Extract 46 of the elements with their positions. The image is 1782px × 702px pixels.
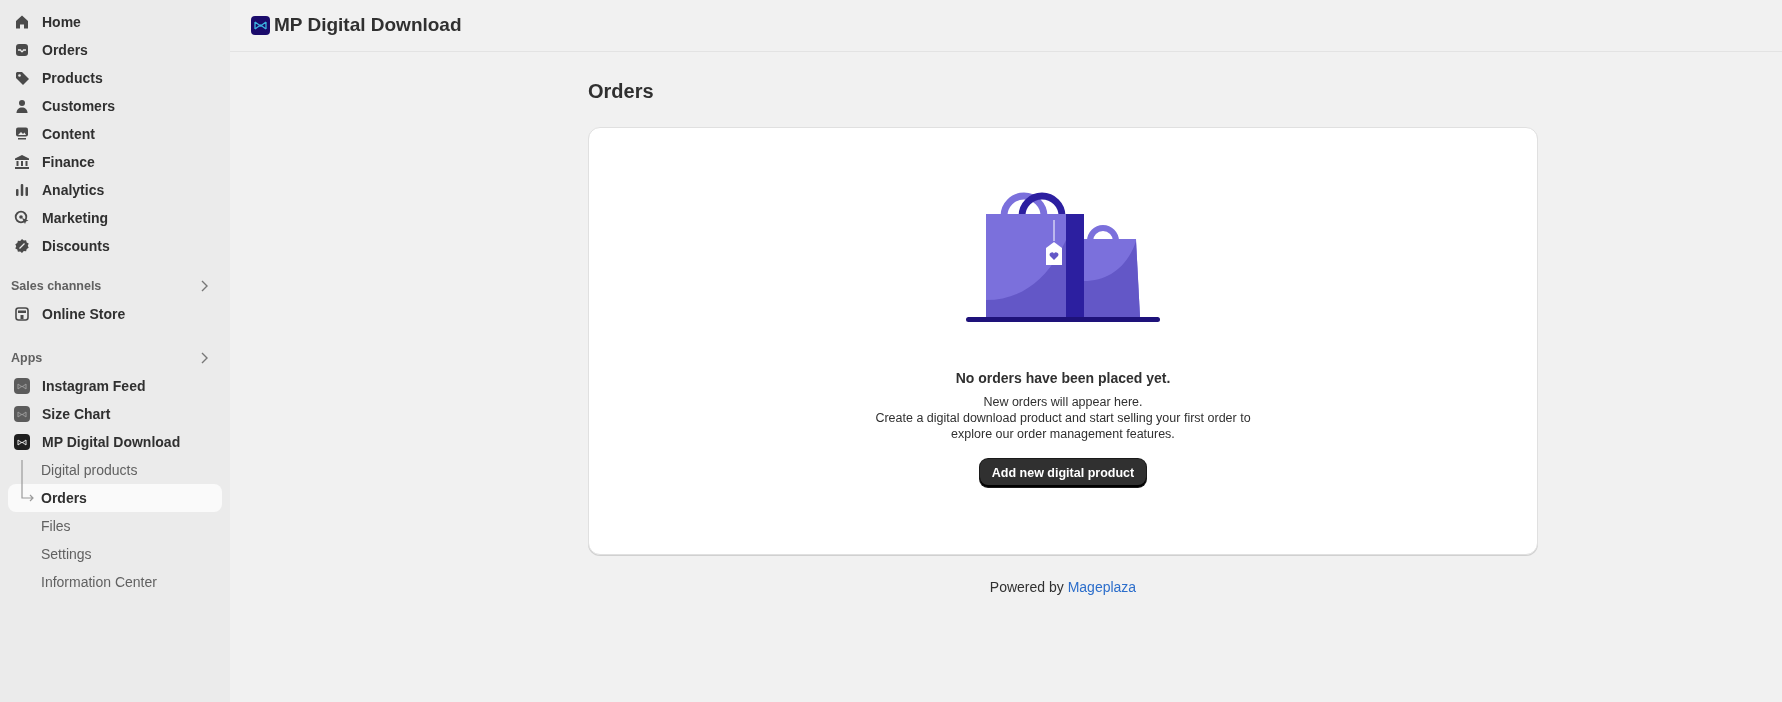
app-title: MP Digital Download bbox=[274, 13, 462, 38]
nav-item[interactable]: Analytics bbox=[8, 176, 222, 204]
chevron-right-icon[interactable] bbox=[200, 352, 208, 364]
bank-icon bbox=[14, 154, 30, 170]
person-icon bbox=[14, 98, 30, 114]
empty-state-heading: No orders have been placed yet. bbox=[955, 369, 1171, 388]
nav-item[interactable]: Finance bbox=[8, 148, 222, 176]
inbox-icon bbox=[14, 42, 30, 58]
mageplaza-link[interactable]: Mageplaza bbox=[1067, 579, 1137, 595]
nav-item[interactable]: Size Chart bbox=[8, 400, 222, 428]
section-heading: Sales channels bbox=[11, 277, 102, 295]
add-product-button[interactable]: Add new digital product bbox=[979, 459, 1147, 487]
chevron-right-icon[interactable] bbox=[200, 280, 208, 292]
nav-item[interactable]: Instagram Feed bbox=[8, 372, 222, 400]
tag-icon bbox=[14, 70, 30, 86]
nav-item[interactable]: Online Store bbox=[8, 300, 222, 328]
sub-nav-item[interactable]: Digital products bbox=[8, 456, 222, 484]
nav-item[interactable]: Orders bbox=[8, 36, 222, 64]
sub-nav-item[interactable]: Files bbox=[8, 512, 222, 540]
sub-nav-item[interactable]: Settings bbox=[8, 540, 222, 568]
target-cursor-icon bbox=[14, 210, 30, 226]
nav-item[interactable]: Marketing bbox=[8, 204, 222, 232]
image-monitor-icon bbox=[14, 126, 30, 142]
empty-state-text: explore our order management features. bbox=[951, 426, 1175, 442]
app-icon bbox=[14, 434, 30, 450]
tree-connector-icon bbox=[21, 460, 35, 504]
nav-item[interactable]: MP Digital Download bbox=[8, 428, 222, 456]
section-heading: Apps bbox=[11, 349, 43, 367]
bar-chart-icon bbox=[14, 182, 30, 198]
nav-item[interactable]: Content bbox=[8, 120, 222, 148]
empty-state-text: New orders will appear here. bbox=[983, 394, 1143, 410]
app-logo-icon bbox=[251, 16, 270, 35]
home-icon bbox=[14, 14, 30, 30]
app-icon bbox=[14, 378, 30, 394]
sub-nav-item[interactable]: Orders bbox=[8, 484, 222, 512]
nav-item[interactable]: Customers bbox=[8, 92, 222, 120]
app-icon bbox=[14, 406, 30, 422]
footer-text: Powered by bbox=[989, 579, 1064, 595]
page-title: Orders bbox=[588, 79, 655, 104]
sub-nav-item[interactable]: Information Center bbox=[8, 568, 222, 596]
nav-item[interactable]: Products bbox=[8, 64, 222, 92]
empty-state-text: Create a digital download product and start selling your first order to bbox=[875, 410, 1251, 426]
nav-item[interactable]: Home bbox=[8, 8, 222, 36]
storefront-icon bbox=[14, 306, 30, 322]
nav-item[interactable]: Discounts bbox=[8, 232, 222, 260]
discount-badge-icon bbox=[14, 238, 30, 254]
